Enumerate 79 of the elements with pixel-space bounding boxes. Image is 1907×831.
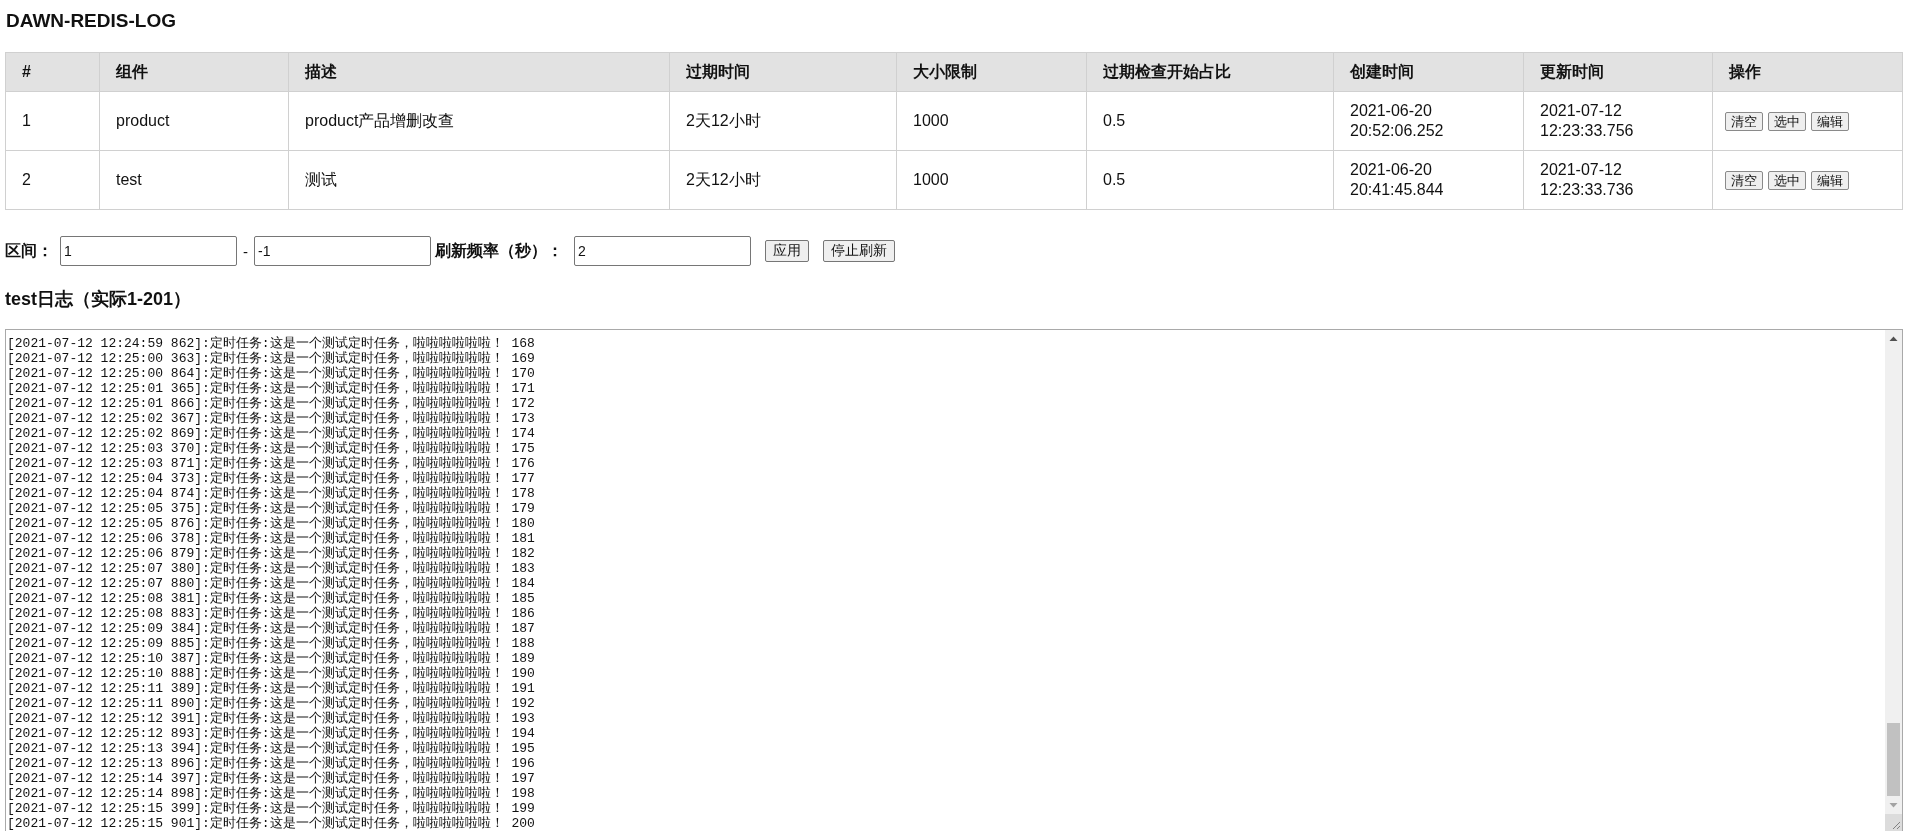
apply-button[interactable]: 应用 [765,240,809,262]
table-cell: 0.5 [1086,91,1334,151]
column-header: # [5,52,100,92]
log-line: [2021-07-12 12:25:06 879]:定时任务:这是一个测试定时任务，啦啦啦啦啦啦！ 182 [7,546,535,561]
page-title: DAWN-REDIS-LOG [6,9,176,33]
log-line: [2021-07-12 12:25:09 384]:定时任务:这是一个测试定时任务，啦啦啦啦啦啦！ 187 [7,621,535,636]
range-separator: - [243,242,248,260]
log-line: [2021-07-12 12:25:03 370]:定时任务:这是一个测试定时任务，啦啦啦啦啦啦！ 175 [7,441,535,456]
refresh-interval-label: 刷新频率（秒）： [435,240,563,261]
stop-refresh-button[interactable]: 停止刷新 [823,240,895,262]
table-cell: 2021-07-12 12:23:33.736 [1523,150,1713,210]
log-line: [2021-07-12 12:25:15 901]:定时任务:这是一个测试定时任务，啦啦啦啦啦啦！ 200 [7,816,535,831]
action-button[interactable]: 清空 [1725,170,1763,190]
log-line: [2021-07-12 12:24:59 862]:定时任务:这是一个测试定时任务，啦啦啦啦啦啦！ 168 [7,336,535,351]
log-line: [2021-07-12 12:25:01 365]:定时任务:这是一个测试定时任务，啦啦啦啦啦啦！ 171 [7,381,535,396]
table-cell: 0.5 [1086,150,1334,210]
table-cell: 测试 [288,150,670,210]
log-line: [2021-07-12 12:25:08 381]:定时任务:这是一个测试定时任务，啦啦啦啦啦啦！ 185 [7,591,535,606]
scroll-down-icon[interactable] [1885,797,1902,814]
log-line: [2021-07-12 12:25:04 373]:定时任务:这是一个测试定时任务，啦啦啦啦啦啦！ 177 [7,471,535,486]
log-line: [2021-07-12 12:25:14 397]:定时任务:这是一个测试定时任务，啦啦啦啦啦啦！ 197 [7,771,535,786]
action-button[interactable]: 选中 [1768,111,1806,131]
log-line: [2021-07-12 12:25:01 866]:定时任务:这是一个测试定时任务，啦啦啦啦啦啦！ 172 [7,396,535,411]
log-line: [2021-07-12 12:25:00 864]:定时任务:这是一个测试定时任务，啦啦啦啦啦啦！ 170 [7,366,535,381]
table-cell: test [99,150,289,210]
log-line: [2021-07-12 12:25:10 888]:定时任务:这是一个测试定时任务，啦啦啦啦啦啦！ 190 [7,666,535,681]
action-button[interactable]: 编辑 [1811,111,1849,131]
log-line: [2021-07-12 12:25:15 399]:定时任务:这是一个测试定时任务，啦啦啦啦啦啦！ 199 [7,801,535,816]
log-line: [2021-07-12 12:25:12 391]:定时任务:这是一个测试定时任务，啦啦啦啦啦啦！ 193 [7,711,535,726]
column-header: 大小限制 [896,52,1087,92]
refresh-interval-field[interactable]: 2 [574,236,751,266]
range-label: 区间： [5,240,53,261]
table-cell: 2021-07-12 12:23:33.756 [1523,91,1713,151]
table-cell: product [99,91,289,151]
table-cell: 2 [5,150,100,210]
table-cell: 1 [5,91,100,151]
table-cell: 2021-06-20 20:52:06.252 [1333,91,1524,151]
action-button[interactable]: 清空 [1725,111,1763,131]
log-line: [2021-07-12 12:25:02 869]:定时任务:这是一个测试定时任务，啦啦啦啦啦啦！ 174 [7,426,535,441]
table-cell: 1000 [896,91,1087,151]
log-line: [2021-07-12 12:25:13 896]:定时任务:这是一个测试定时任务，啦啦啦啦啦啦！ 196 [7,756,535,771]
scrollbar-thumb[interactable] [1887,723,1900,796]
table-cell: 2天12小时 [669,91,897,151]
action-button[interactable]: 选中 [1768,170,1806,190]
column-header: 描述 [288,52,670,92]
table-cell: 1000 [896,150,1087,210]
log-line: [2021-07-12 12:25:04 874]:定时任务:这是一个测试定时任务，啦啦啦啦啦啦！ 178 [7,486,535,501]
log-line: [2021-07-12 12:25:11 389]:定时任务:这是一个测试定时任务，啦啦啦啦啦啦！ 191 [7,681,535,696]
log-line: [2021-07-12 12:25:12 893]:定时任务:这是一个测试定时任务，啦啦啦啦啦啦！ 194 [7,726,535,741]
log-line: [2021-07-12 12:25:08 883]:定时任务:这是一个测试定时任务，啦啦啦啦啦啦！ 186 [7,606,535,621]
log-line: [2021-07-12 12:25:05 876]:定时任务:这是一个测试定时任务，啦啦啦啦啦啦！ 180 [7,516,535,531]
column-header: 组件 [99,52,289,92]
log-line: [2021-07-12 12:25:07 880]:定时任务:这是一个测试定时任务，啦啦啦啦啦啦！ 184 [7,576,535,591]
action-button[interactable]: 编辑 [1811,170,1849,190]
log-line: [2021-07-12 12:25:10 387]:定时任务:这是一个测试定时任务，啦啦啦啦啦啦！ 189 [7,651,535,666]
log-line: [2021-07-12 12:25:00 363]:定时任务:这是一个测试定时任务，啦啦啦啦啦啦！ 169 [7,351,535,366]
column-header: 创建时间 [1333,52,1524,92]
column-header: 过期检查开始占比 [1086,52,1334,92]
log-line: [2021-07-12 12:25:13 394]:定时任务:这是一个测试定时任务，啦啦啦啦啦啦！ 195 [7,741,535,756]
log-line: [2021-07-12 12:25:06 378]:定时任务:这是一个测试定时任务，啦啦啦啦啦啦！ 181 [7,531,535,546]
log-line: [2021-07-12 12:25:14 898]:定时任务:这是一个测试定时任务，啦啦啦啦啦啦！ 198 [7,786,535,801]
log-line: [2021-07-12 12:25:07 380]:定时任务:这是一个测试定时任务，啦啦啦啦啦啦！ 183 [7,561,535,576]
column-header: 过期时间 [669,52,897,92]
resize-grip-icon[interactable] [1885,814,1902,831]
range-start-field[interactable]: 1 [60,236,237,266]
log-line: [2021-07-12 12:25:02 367]:定时任务:这是一个测试定时任务，啦啦啦啦啦啦！ 173 [7,411,535,426]
log-title: test日志（实际1-201） [5,288,192,311]
range-end-field[interactable]: -1 [254,236,431,266]
log-line: [2021-07-12 12:25:03 871]:定时任务:这是一个测试定时任务，啦啦啦啦啦啦！ 176 [7,456,535,471]
table-cell: 2天12小时 [669,150,897,210]
column-header: 更新时间 [1523,52,1713,92]
table-cell: 2021-06-20 20:41:45.844 [1333,150,1524,210]
log-line: [2021-07-12 12:25:09 885]:定时任务:这是一个测试定时任务，啦啦啦啦啦啦！ 188 [7,636,535,651]
column-header: 操作 [1712,52,1903,92]
log-text-area[interactable] [5,329,1903,831]
log-line: [2021-07-12 12:25:11 890]:定时任务:这是一个测试定时任务，啦啦啦啦啦啦！ 192 [7,696,535,711]
table-cell: product产品增删改查 [288,91,670,151]
log-line: [2021-07-12 12:25:05 375]:定时任务:这是一个测试定时任务，啦啦啦啦啦啦！ 179 [7,501,535,516]
scroll-up-icon[interactable] [1885,330,1902,347]
